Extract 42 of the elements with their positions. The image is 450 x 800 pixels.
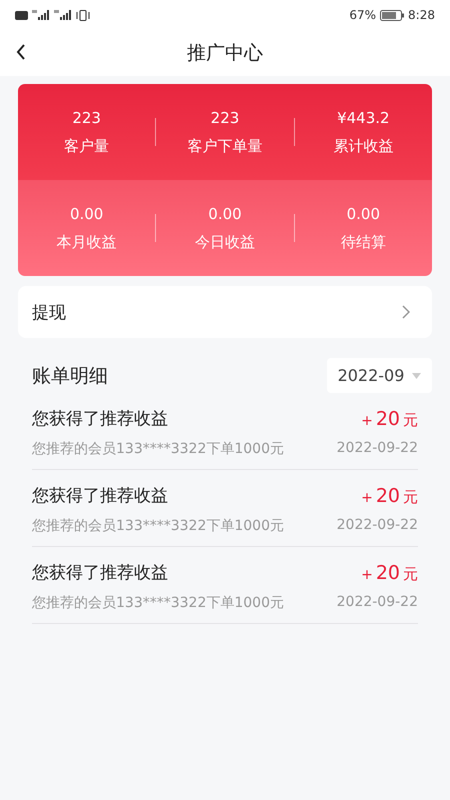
bill-detail: 您推荐的会员133****3322下单1000元 [32,594,284,612]
stat-value: 0.00 [208,204,242,222]
page-title: 推广中心 [187,41,263,66]
month-dropdown[interactable]: 2022-09 [327,358,432,393]
plus-sign: + [361,412,373,428]
chevron-right-icon [402,305,410,319]
bill-date: 2022-09-22 [336,440,418,458]
bill-amount: 20 [376,484,400,506]
section-title: 账单明细 [32,364,108,388]
currency-unit: 元 [403,564,418,584]
bill-title: 您获得了推荐收益 [32,562,168,584]
battery-percent: 67% [349,8,376,22]
bill-amount: 20 [376,408,400,430]
bill-detail: 您推荐的会员133****3322下单1000元 [32,440,284,458]
caret-icon [412,372,422,378]
signal-icon [54,10,72,20]
stat-value: 0.00 [70,204,104,222]
withdraw-row[interactable]: 提现 [18,286,432,338]
bill-amount: 20 [376,562,400,584]
plus-sign: + [361,490,373,506]
bill-detail: 您推荐的会员133****3322下单1000元 [32,517,284,535]
bill-title: 您获得了推荐收益 [32,485,168,507]
stat-value: 223 [210,108,240,126]
stat-label: 客户量 [64,136,110,156]
stat-value: ¥443.2 [337,108,390,126]
bill-date: 2022-09-22 [336,594,418,612]
vibrate-icon [76,10,90,20]
battery-icon [380,10,404,20]
bill-date: 2022-09-22 [336,517,418,535]
plus-sign: + [361,566,373,582]
bill-title: 您获得了推荐收益 [32,408,168,430]
stat-label: 本月收益 [56,232,117,252]
currency-unit: 元 [403,410,418,430]
stat-label: 待结算 [340,232,386,252]
clock: 8:28 [408,8,435,22]
stat-label: 累计收益 [333,136,394,156]
signal-icon [32,10,50,20]
currency-unit: 元 [403,488,418,506]
stat-value: 0.00 [346,204,380,222]
stat-label: 客户下单量 [187,136,262,156]
stat-label: 今日收益 [194,232,255,252]
stat-value: 223 [72,108,101,126]
